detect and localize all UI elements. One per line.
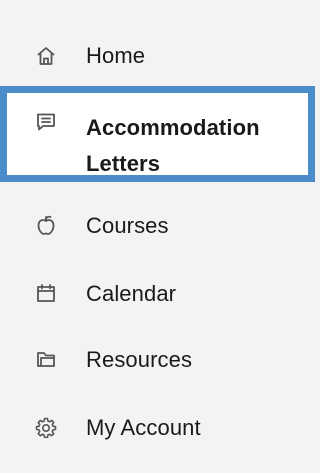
sidebar-item-label-line2: Letters xyxy=(86,151,161,176)
folder-icon xyxy=(35,348,57,370)
sidebar-item-label: My Account xyxy=(86,415,201,440)
sidebar-item-accommodation-letters[interactable]: Accommodation Letters xyxy=(0,86,315,182)
sidebar-item-courses[interactable]: Courses xyxy=(0,208,315,244)
sidebar-item-my-account[interactable]: My Account xyxy=(0,410,315,446)
sidebar-item-label: Courses xyxy=(86,213,169,238)
sidebar-item-calendar[interactable]: Calendar xyxy=(0,276,315,312)
sidebar-item-resources[interactable]: Resources xyxy=(0,342,315,378)
calendar-icon xyxy=(35,282,57,304)
gear-icon xyxy=(35,416,57,438)
sidebar-item-home[interactable]: Home xyxy=(0,38,315,74)
home-icon xyxy=(35,45,57,67)
sidebar-item-label: Home xyxy=(86,43,146,68)
apple-icon xyxy=(35,214,57,236)
sidebar-item-label: Calendar xyxy=(86,281,177,306)
sidebar-item-label: Resources xyxy=(86,347,193,372)
sidebar-item-label-line1: Accommodation xyxy=(86,115,260,140)
message-icon xyxy=(35,111,57,133)
sidebar-nav: Home Accommodation Letters Courses Calen… xyxy=(0,0,315,473)
